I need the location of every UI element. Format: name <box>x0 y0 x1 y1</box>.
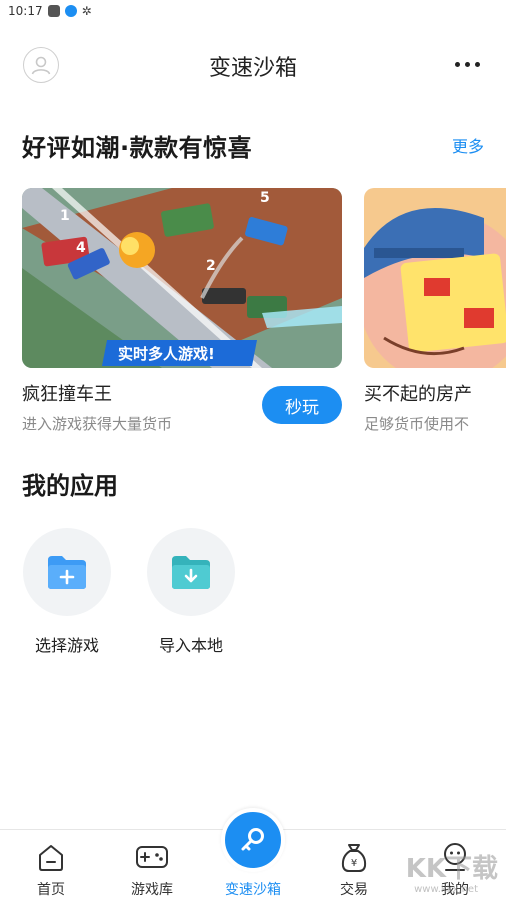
page-title: 变速沙箱 <box>208 56 297 81</box>
svg-text:1: 1 <box>60 208 70 224</box>
folder-plus-icon <box>48 556 86 589</box>
svg-text:¥: ¥ <box>351 858 357 869</box>
nav-item-speed-sandbox[interactable]: 变速沙箱 <box>213 808 293 900</box>
watermark-url: www.kkx.net <box>414 884 478 895</box>
nav-label-home: 首页 <box>37 882 65 898</box>
svg-text:4: 4 <box>76 240 86 256</box>
nav-item-game-library[interactable]: 游戏库 <box>112 830 192 900</box>
import-local-button[interactable]: 导入本地 <box>146 528 236 656</box>
home-icon <box>39 845 63 871</box>
nav-item-home[interactable]: 首页 <box>11 830 91 900</box>
nav-label-speed-sandbox: 变速沙箱 <box>225 882 281 898</box>
more-menu-icon[interactable] <box>455 62 480 67</box>
key-icon <box>241 828 264 851</box>
download-icon <box>64 5 77 17</box>
play-now-button[interactable]: 秒玩 <box>262 386 342 424</box>
select-game-label: 选择游戏 <box>34 636 99 655</box>
select-game-circle[interactable] <box>23 528 111 616</box>
game-card[interactable]: 买不起的房产 足够货币使用不 <box>364 188 506 433</box>
game-banner-text: 实时多人游戏! <box>118 345 215 363</box>
status-bar: 10:17 ✲ <box>0 0 506 22</box>
game-thumbnail[interactable] <box>364 188 506 368</box>
game-desc: 进入游戏获得大量货币 <box>22 415 173 433</box>
game-name: 疯狂撞车王 <box>22 384 112 405</box>
my-apps-title: 我的应用 <box>22 472 118 500</box>
money-bag-icon: ¥ <box>341 844 367 872</box>
speed-sandbox-button[interactable] <box>221 808 285 872</box>
game-card-list[interactable]: 1 4 2 5 实时多人游戏! 疯狂撞车王 进入游戏获得大量货币 秒玩 买不起的… <box>0 188 506 448</box>
nav-label-trade: 交易 <box>340 882 368 898</box>
folder-download-icon <box>172 556 210 589</box>
game-name: 买不起的房产 <box>364 384 472 405</box>
nav-label-game-library: 游戏库 <box>131 882 173 898</box>
import-local-label: 导入本地 <box>158 636 223 655</box>
watermark-logo: KK下载 <box>405 854 498 884</box>
svg-text:5: 5 <box>260 190 270 206</box>
status-time: 10:17 <box>8 4 43 18</box>
gamepad-icon <box>136 846 168 868</box>
bug-icon: ✲ <box>81 4 92 18</box>
import-local-circle[interactable] <box>147 528 235 616</box>
game-art-crash-image: 1 4 2 5 <box>22 188 342 368</box>
game-card[interactable]: 1 4 2 5 实时多人游戏! 疯狂撞车王 进入游戏获得大量货币 秒玩 <box>22 188 342 433</box>
notification-app-icon <box>47 5 60 17</box>
game-desc: 足够货币使用不 <box>364 415 470 433</box>
nav-item-trade[interactable]: ¥ 交易 <box>314 830 394 900</box>
section-title: 好评如潮·款款有惊喜 <box>22 134 253 162</box>
more-link[interactable]: 更多 <box>452 133 484 157</box>
game-art-house-image <box>364 188 506 368</box>
game-thumbnail[interactable]: 1 4 2 5 实时多人游戏! <box>22 188 342 368</box>
header: 变速沙箱 <box>0 38 506 94</box>
select-game-button[interactable]: 选择游戏 <box>22 528 112 656</box>
svg-text:2: 2 <box>206 258 216 274</box>
